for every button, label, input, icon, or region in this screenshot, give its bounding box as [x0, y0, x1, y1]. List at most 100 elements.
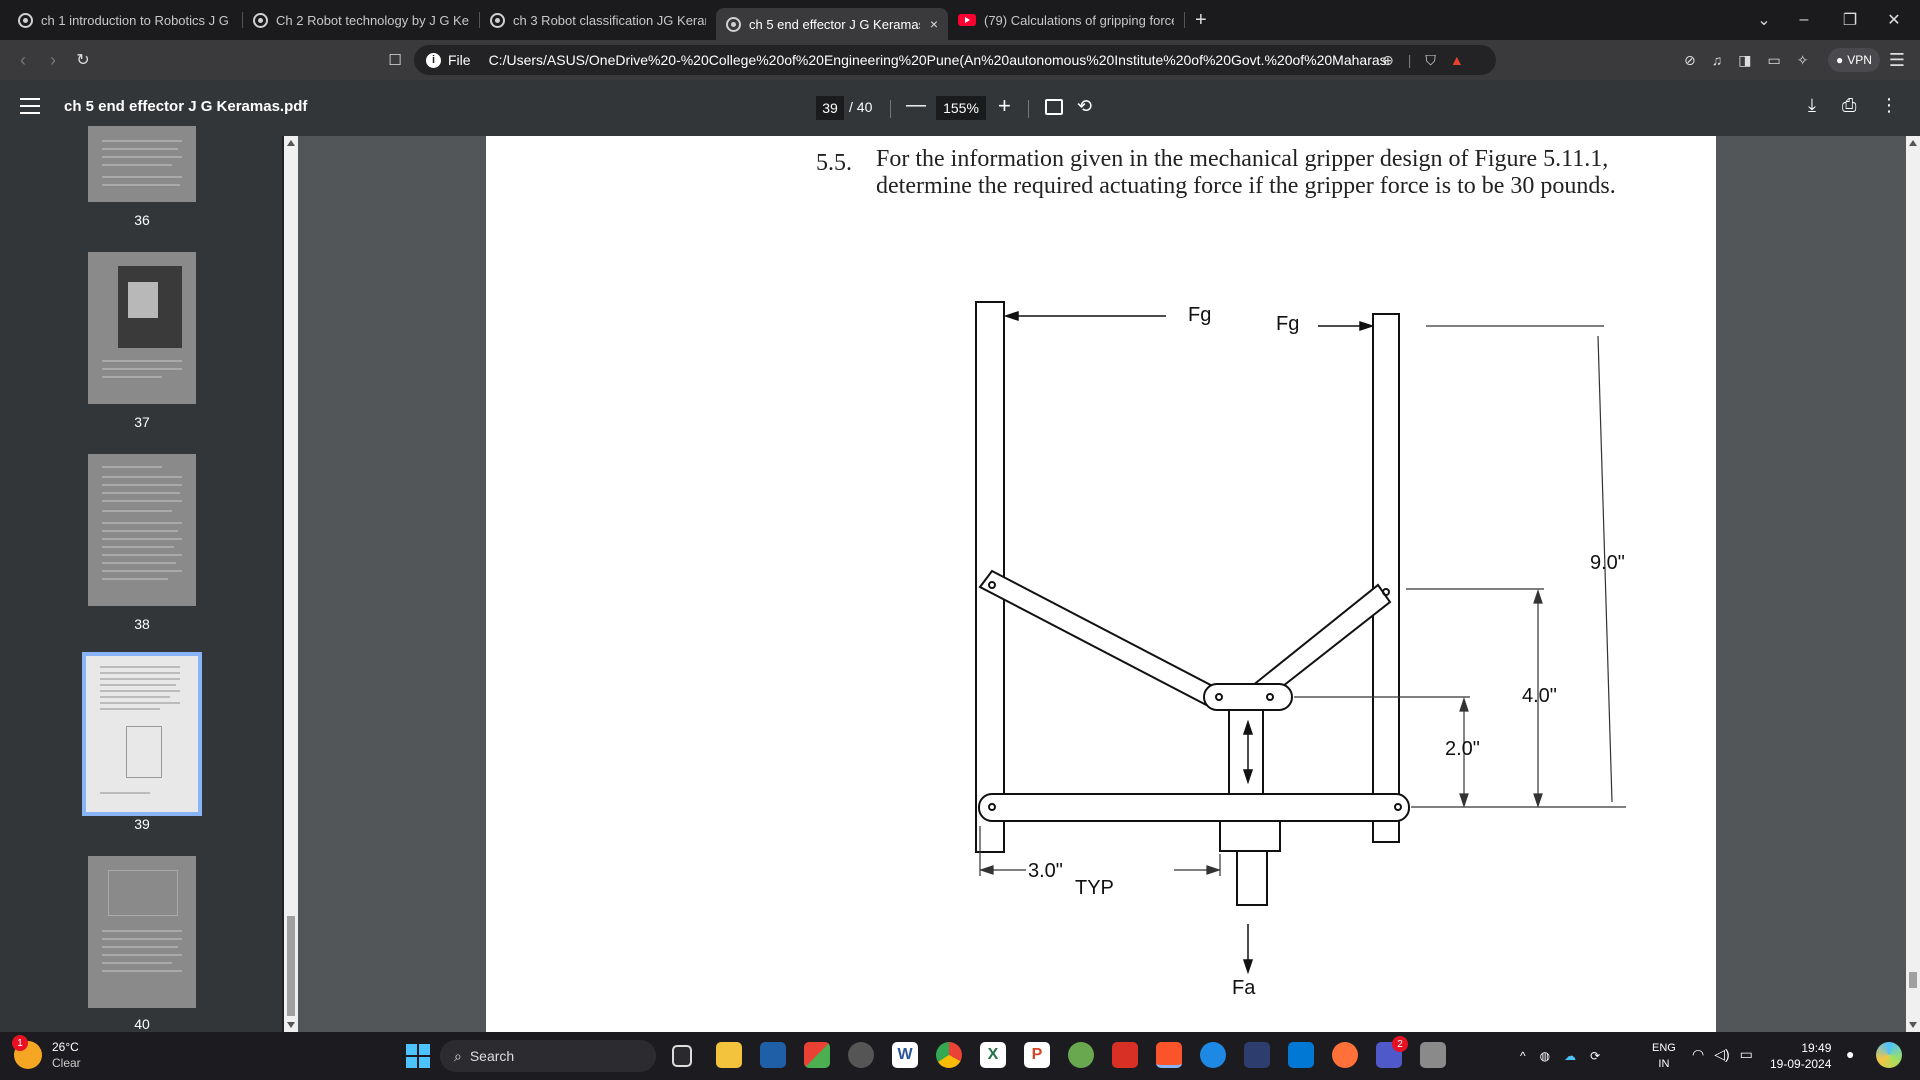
firefox-icon[interactable]: [1332, 1042, 1358, 1068]
scrollbar-thumb[interactable]: [287, 916, 295, 1016]
rotate-icon[interactable]: ⟲: [1077, 96, 1092, 117]
chevron-up-icon[interactable]: ^: [1520, 1049, 1526, 1063]
clock[interactable]: 19:49 19-09-2024: [1770, 1040, 1831, 1072]
wallet-icon[interactable]: ⊘: [1684, 52, 1696, 69]
toolbar-icons: ⊘ ♫ ◨ ▭ ✧: [1684, 45, 1808, 75]
back-icon[interactable]: ‹: [8, 45, 38, 75]
url-scheme: File: [448, 52, 471, 68]
bookmark-icon[interactable]: ☐: [380, 45, 410, 75]
tab-ch3[interactable]: ch 3 Robot classification JG Keramas: [480, 4, 716, 36]
hamburger-menu-icon[interactable]: ☰: [1882, 45, 1912, 75]
app-icon[interactable]: [1068, 1042, 1094, 1068]
fit-page-icon[interactable]: [1045, 99, 1063, 115]
document-title: ch 5 end effector J G Keramas.pdf: [64, 98, 308, 115]
close-window-icon[interactable]: ✕: [1872, 0, 1916, 40]
thumbnail-40[interactable]: [88, 856, 196, 1008]
scroll-down-icon[interactable]: [1909, 1022, 1917, 1028]
task-view-icon[interactable]: [672, 1045, 692, 1067]
app-icon[interactable]: [1244, 1042, 1270, 1068]
tab-youtube[interactable]: (79) Calculations of gripping force 2: [948, 4, 1184, 36]
notification-bell-icon[interactable]: ●: [1846, 1046, 1854, 1062]
page-number-input[interactable]: 39: [816, 96, 844, 120]
language-indicator[interactable]: ENG IN: [1652, 1040, 1676, 1072]
scrollbar-thumb[interactable]: [1909, 972, 1917, 988]
onedrive-icon[interactable]: ☁: [1564, 1049, 1576, 1063]
battery-icon: ▭: [1739, 1046, 1753, 1062]
thumbnail-37[interactable]: [88, 252, 196, 404]
tab-list-chevron-icon[interactable]: ⌄: [1742, 0, 1786, 40]
thumbnail-36[interactable]: [88, 126, 196, 202]
music-icon[interactable]: ♫: [1712, 52, 1723, 68]
tab-ch1[interactable]: ch 1 introduction to Robotics J G Ke: [8, 4, 242, 36]
calculator-icon[interactable]: [1420, 1042, 1446, 1068]
office-icon[interactable]: [804, 1042, 830, 1068]
word-icon[interactable]: W: [892, 1042, 918, 1068]
reload-icon[interactable]: ↻: [68, 45, 98, 75]
notification-badge: 1: [12, 1035, 28, 1051]
tab-label: Ch 2 Robot technology by J G Keran: [276, 12, 469, 28]
zoom-out-button[interactable]: —: [906, 94, 926, 117]
thumbnail-image: [82, 652, 202, 816]
thumbnail-38[interactable]: [88, 454, 196, 606]
menu-icon[interactable]: [20, 98, 40, 118]
vpn-button[interactable]: ● VPN: [1828, 48, 1880, 72]
leo-icon[interactable]: ✧: [1797, 52, 1809, 69]
more-options-icon[interactable]: ⋮: [1880, 95, 1898, 116]
divider: |: [1407, 52, 1412, 68]
info-icon[interactable]: i: [426, 52, 441, 68]
zoom-icon[interactable]: ⊕: [1382, 52, 1394, 69]
teams-badge: 2: [1392, 1036, 1408, 1052]
forward-icon[interactable]: ›: [38, 45, 68, 75]
teams-icon[interactable]: 2: [1376, 1036, 1408, 1068]
new-tab-button[interactable]: +: [1195, 9, 1207, 32]
tab-label: (79) Calculations of gripping force 2: [984, 12, 1174, 28]
label-typ: TYP: [1075, 877, 1114, 899]
sync-icon[interactable]: ⟳: [1590, 1049, 1600, 1063]
brave-rewards-icon[interactable]: ▲: [1450, 52, 1464, 68]
close-tab-icon[interactable]: ×: [930, 16, 938, 32]
brave-shield-icon[interactable]: ⛉: [1425, 52, 1436, 69]
search-placeholder: Search: [469, 1048, 515, 1064]
label-dim-3: 3.0": [1028, 860, 1063, 882]
brave-icon[interactable]: [1156, 1042, 1182, 1068]
acrobat-icon[interactable]: [1112, 1042, 1138, 1068]
address-bar[interactable]: i File C:/Users/ASUS/OneDrive%20-%20Coll…: [414, 45, 1496, 75]
chrome-icon[interactable]: [936, 1042, 962, 1068]
minimize-icon[interactable]: –: [1782, 0, 1826, 40]
zoom-in-button[interactable]: +: [998, 93, 1011, 119]
scroll-down-icon[interactable]: [287, 1022, 295, 1028]
taskbar-search[interactable]: ⌕ Search: [440, 1040, 656, 1072]
volume-icon: ◁): [1714, 1046, 1730, 1062]
tab-label: ch 5 end effector J G Keramas.p: [749, 16, 920, 32]
vscode-icon[interactable]: [1288, 1042, 1314, 1068]
download-icon[interactable]: ⤓: [1808, 95, 1816, 116]
tab-ch2[interactable]: Ch 2 Robot technology by J G Keran: [243, 4, 479, 36]
tray-app-icon[interactable]: ◍: [1540, 1049, 1550, 1063]
thumbnail-39-selected[interactable]: [82, 652, 202, 816]
weather-widget[interactable]: 1 26°C Clear: [12, 1035, 81, 1071]
quick-settings[interactable]: ◠ ◁) ▭: [1692, 1046, 1753, 1063]
excel-icon[interactable]: X: [980, 1042, 1006, 1068]
thumbnail-label: 36: [134, 212, 150, 228]
edge-icon[interactable]: [1200, 1042, 1226, 1068]
scroll-up-icon[interactable]: [287, 140, 295, 146]
scroll-up-icon[interactable]: [1909, 140, 1917, 146]
sidebar-icon[interactable]: ◨: [1738, 52, 1751, 69]
tab-label: ch 3 Robot classification JG Keramas: [513, 12, 706, 28]
app-icon[interactable]: [848, 1042, 874, 1068]
label-fg-right: Fg: [1276, 313, 1299, 335]
start-button[interactable]: [406, 1044, 430, 1068]
print-icon[interactable]: ⎙: [1842, 95, 1856, 116]
lang-line1: ENG: [1652, 1042, 1676, 1054]
sidebar-scrollbar[interactable]: [284, 136, 298, 1032]
divider: [890, 100, 891, 118]
powerpoint-icon[interactable]: P: [1024, 1042, 1050, 1068]
store-icon[interactable]: [760, 1042, 786, 1068]
copilot-icon[interactable]: [1876, 1042, 1902, 1068]
viewer-scrollbar[interactable]: [1906, 136, 1920, 1032]
zoom-level-input[interactable]: 155%: [936, 96, 986, 120]
tab-ch5-active[interactable]: ch 5 end effector J G Keramas.p ×: [716, 8, 948, 40]
wallet-card-icon[interactable]: ▭: [1767, 52, 1780, 69]
restore-icon[interactable]: ❐: [1828, 0, 1872, 40]
file-explorer-icon[interactable]: [716, 1042, 742, 1068]
